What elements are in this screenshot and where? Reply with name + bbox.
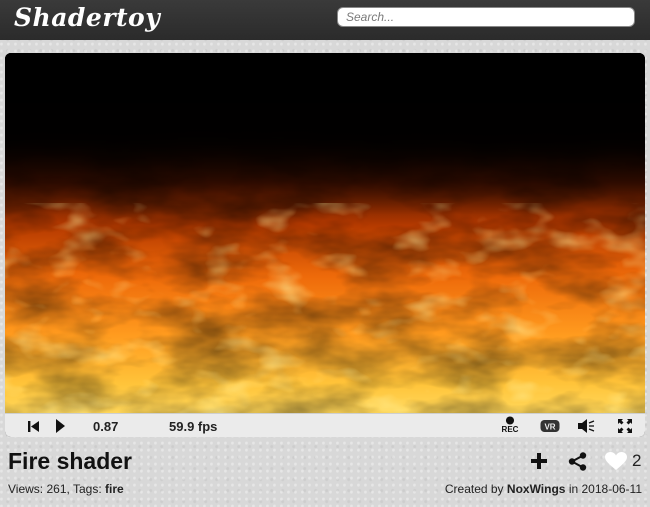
created-date: 2018-06-11: [581, 482, 643, 496]
author-info: Created by NoxWings in 2018-06-11: [445, 482, 642, 496]
views-count: 261: [46, 482, 67, 496]
like-button[interactable]: 2: [605, 450, 641, 472]
top-bar: Shadertoy: [0, 0, 650, 40]
vr-icon[interactable]: VR: [539, 417, 561, 435]
shader-viewer: 0.87 59.9 fps REC VR: [5, 53, 645, 437]
search-input[interactable]: [337, 7, 635, 27]
created-by-label: Created by: [444, 482, 504, 496]
play-icon[interactable]: [53, 417, 67, 435]
tags-label: Tags:: [72, 482, 102, 496]
fps-display: 59.9 fps: [169, 419, 218, 434]
views-label: Views:: [8, 482, 44, 496]
shader-canvas[interactable]: [5, 53, 645, 413]
volume-icon[interactable]: [576, 417, 596, 435]
vr-label: VR: [544, 423, 555, 432]
shadertoy-logo[interactable]: Shadertoy: [14, 3, 160, 32]
share-icon[interactable]: [568, 450, 587, 472]
shader-stats: Views: 261, Tags: fire: [8, 482, 124, 496]
plus-icon[interactable]: [530, 450, 548, 472]
like-count: 2: [632, 451, 642, 470]
author-link[interactable]: NoxWings: [507, 482, 566, 496]
player-controls: 0.87 59.9 fps REC VR: [5, 413, 645, 437]
fullscreen-icon[interactable]: [617, 417, 633, 435]
shader-title: Fire shader: [8, 448, 132, 474]
rewind-icon[interactable]: [25, 417, 41, 435]
record-icon[interactable]: REC: [499, 416, 521, 434]
record-label: REC: [501, 425, 519, 434]
tag-link[interactable]: fire: [105, 482, 124, 496]
in-label: in: [568, 482, 579, 496]
time-display: 0.87: [93, 419, 119, 434]
heart-icon: [605, 451, 627, 471]
